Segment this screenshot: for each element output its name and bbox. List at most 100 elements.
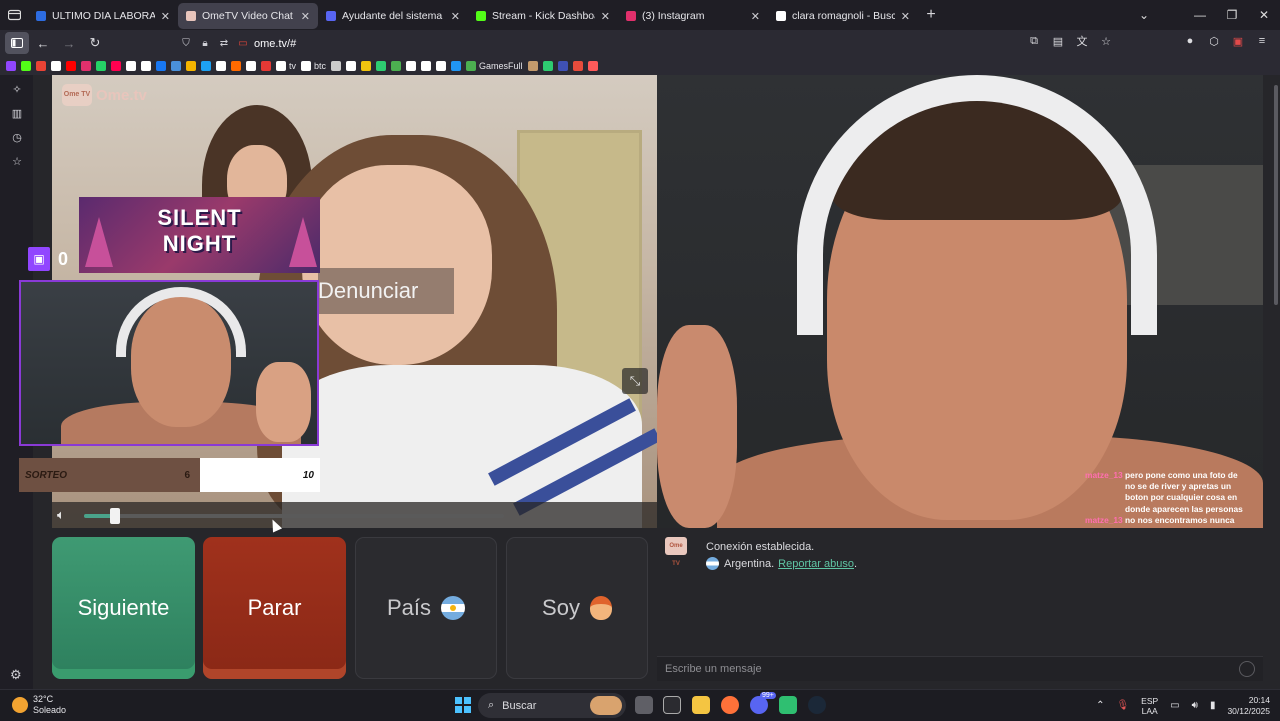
browser-tab[interactable]: (3) Instagram ✕ — [618, 3, 768, 29]
bookmark-item[interactable] — [186, 56, 196, 75]
bookmark-item[interactable] — [436, 56, 447, 75]
gender-button[interactable]: Soy — [506, 537, 648, 679]
report-button[interactable]: Denunciar — [318, 268, 454, 314]
tab-close-icon[interactable]: ✕ — [751, 10, 760, 23]
bookmark-item[interactable] — [21, 56, 31, 75]
page-scrollbar[interactable] — [1272, 75, 1280, 689]
next-button[interactable]: Siguiente — [52, 537, 195, 679]
volume-thumb[interactable] — [110, 508, 121, 524]
bookmark-item[interactable] — [156, 56, 166, 75]
bookmark-item[interactable] — [201, 56, 211, 75]
tray-chevron-icon[interactable]: ⌃ — [1096, 700, 1104, 711]
volume-icon[interactable]: 🔊︎ — [1192, 700, 1198, 711]
report-abuse-link[interactable]: Reportar abuso — [778, 558, 854, 570]
stop-button[interactable]: Parar — [203, 537, 346, 679]
bookmark-item[interactable] — [346, 56, 357, 75]
reader-view-icon[interactable]: ▤ — [1046, 35, 1070, 48]
bookmark-item[interactable] — [261, 56, 271, 75]
copilot-icon[interactable] — [663, 696, 681, 714]
bookmark-item[interactable] — [126, 56, 136, 75]
task-view-icon[interactable] — [635, 696, 653, 714]
bookmark-item[interactable]: GamesFull — [466, 56, 523, 75]
steam-icon[interactable] — [808, 696, 826, 714]
browser-tab[interactable]: ULTIMO DIA LABORAL , RESCATE ✕ — [28, 3, 178, 29]
bookmark-item[interactable] — [96, 56, 106, 75]
settings-gear-icon[interactable]: ⚙ — [10, 667, 22, 683]
bookmark-item[interactable] — [451, 56, 462, 75]
file-explorer-icon[interactable] — [692, 696, 710, 714]
speaker-icon[interactable]: 🔈︎ — [57, 507, 65, 523]
tab-close-icon[interactable]: ✕ — [301, 10, 310, 23]
picture-in-picture-icon[interactable]: ⧉ — [1022, 35, 1046, 48]
restore-icon[interactable]: ❐ — [1216, 8, 1248, 22]
microphone-icon[interactable]: 🎙︎ — [1116, 700, 1129, 711]
url-bar[interactable]: ⛉ 🔒︎ ⇄ ▭ ome.tv/# — [178, 34, 1098, 53]
language-indicator[interactable]: ESP LAA — [1141, 696, 1158, 716]
bookmark-star-icon[interactable]: ☆ — [1094, 35, 1118, 48]
bookmark-item[interactable] — [141, 56, 151, 75]
volume-slider[interactable] — [84, 508, 504, 524]
bookmark-item[interactable] — [111, 56, 121, 75]
translate-icon[interactable]: 文 — [1070, 33, 1094, 49]
network-icon[interactable]: ▭ — [1170, 700, 1179, 711]
back-button[interactable]: ← — [31, 32, 55, 54]
bookmark-item[interactable] — [216, 56, 226, 75]
browser-tab[interactable]: clara romagnoli - Buscar con Google ✕ — [768, 3, 918, 29]
new-tab-button[interactable]: + — [918, 6, 944, 24]
tab-overflow-chevron-icon[interactable]: ⌄ — [1128, 8, 1160, 22]
tab-close-icon[interactable]: ✕ — [161, 10, 170, 23]
clock[interactable]: 20:14 30/12/2025 — [1227, 695, 1270, 717]
bookmark-item[interactable] — [81, 56, 91, 75]
battery-icon[interactable]: ▮ — [1210, 700, 1216, 711]
menu-icon[interactable]: ≡ — [1250, 35, 1274, 47]
bookmark-item[interactable] — [557, 56, 568, 75]
bookmark-item[interactable] — [421, 56, 432, 75]
bookmark-item[interactable] — [331, 56, 342, 75]
bookmark-item[interactable]: tv — [276, 56, 296, 75]
close-window-icon[interactable]: ✕ — [1248, 8, 1280, 22]
bookmark-item[interactable] — [376, 56, 387, 75]
country-button[interactable]: País — [355, 537, 497, 679]
permissions-icon[interactable]: ⇄ — [216, 38, 232, 49]
bookmark-item[interactable] — [391, 56, 402, 75]
start-button[interactable] — [455, 697, 471, 713]
tab-close-icon[interactable]: ✕ — [901, 10, 910, 23]
browser-tab[interactable]: Ayudante del sistema de Discord ✕ — [318, 3, 468, 29]
firefox-icon[interactable] — [721, 696, 739, 714]
tab-close-icon[interactable]: ✕ — [601, 10, 610, 23]
bookmark-item[interactable] — [542, 56, 553, 75]
bookmark-item[interactable] — [66, 56, 76, 75]
bookmark-item[interactable] — [171, 56, 181, 75]
bookmarks-icon[interactable]: ☆ — [9, 155, 25, 168]
history-icon[interactable]: ◷ — [9, 131, 25, 144]
bookmark-item[interactable] — [51, 56, 61, 75]
bookmark-item[interactable] — [572, 56, 583, 75]
whatsapp-icon[interactable] — [779, 696, 797, 714]
bookmark-item[interactable] — [6, 56, 16, 75]
tab-close-icon[interactable]: ✕ — [451, 10, 460, 23]
extensions-icon[interactable]: ⬡ — [1202, 35, 1226, 48]
url-text[interactable]: ome.tv/# — [254, 38, 296, 50]
expand-video-button[interactable]: ⤡ — [622, 368, 648, 394]
bookmark-item[interactable] — [587, 56, 598, 75]
weather-widget[interactable]: 32°C Soleado — [12, 694, 66, 716]
sidebar-toggle-button[interactable] — [5, 32, 29, 54]
bookmark-item[interactable] — [246, 56, 256, 75]
bookmark-item[interactable] — [527, 56, 538, 75]
tab-list-button[interactable] — [0, 0, 28, 30]
ai-chatbot-icon[interactable]: ✧ — [9, 83, 25, 96]
browser-tab[interactable]: Stream - Kick Dashboard ✕ — [468, 3, 618, 29]
message-input[interactable]: Escribe un mensaje — [657, 656, 1263, 681]
minimize-icon[interactable]: — — [1184, 8, 1216, 22]
synced-tabs-icon[interactable]: ▥ — [9, 107, 25, 120]
extension-badge-icon[interactable]: ▣ — [1226, 35, 1250, 48]
bookmark-item[interactable]: btc — [301, 56, 326, 75]
bookmark-item[interactable] — [231, 56, 241, 75]
bookmark-item[interactable] — [406, 56, 417, 75]
bookmark-item[interactable] — [361, 56, 372, 75]
taskbar-search[interactable]: ⌕ Buscar — [478, 693, 626, 718]
reload-button[interactable]: ↻ — [83, 32, 107, 54]
forward-button[interactable]: → — [57, 32, 81, 54]
browser-tab[interactable]: OmeTV Video Chat — Ome ✕ — [178, 3, 318, 29]
scrollbar-thumb[interactable] — [1274, 85, 1278, 305]
